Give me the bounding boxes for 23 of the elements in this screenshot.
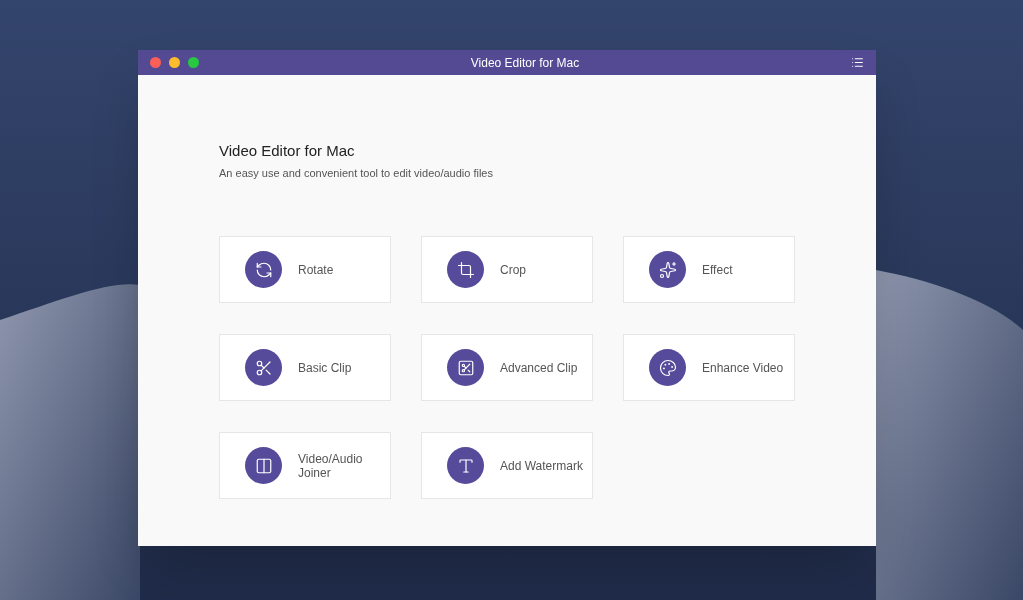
rotate-icon [254,260,273,279]
text-icon [456,456,475,475]
app-heading: Video Editor for Mac [219,142,355,161]
tool-tile[interactable]: Rotate [219,236,391,304]
panels-icon [254,456,273,475]
minimize-button[interactable] [169,57,180,68]
tool-tile[interactable]: Crop [421,236,593,304]
tool-tile[interactable]: Video/Audio Joiner [219,432,391,500]
sparkles-icon [658,260,677,279]
app-subtitle: An easy use and convenient tool to edit video/audio files [219,165,493,181]
tool-tile[interactable]: Enhance Video [623,334,795,402]
menu-icon[interactable] [851,56,864,69]
tool-tile[interactable]: Effect [623,236,795,304]
window-title: Video Editor for Mac [470,54,580,72]
tool-tile[interactable]: Add Watermark [421,432,593,500]
crop-icon [456,260,475,279]
scissors-icon [254,358,273,377]
film-scissors-icon [456,358,475,377]
tool-tile[interactable]: Advanced Clip [421,334,593,402]
palette-icon [658,358,677,377]
tool-tile[interactable]: Basic Clip [219,334,391,402]
zoom-button[interactable] [188,57,199,68]
close-button[interactable] [150,57,161,68]
